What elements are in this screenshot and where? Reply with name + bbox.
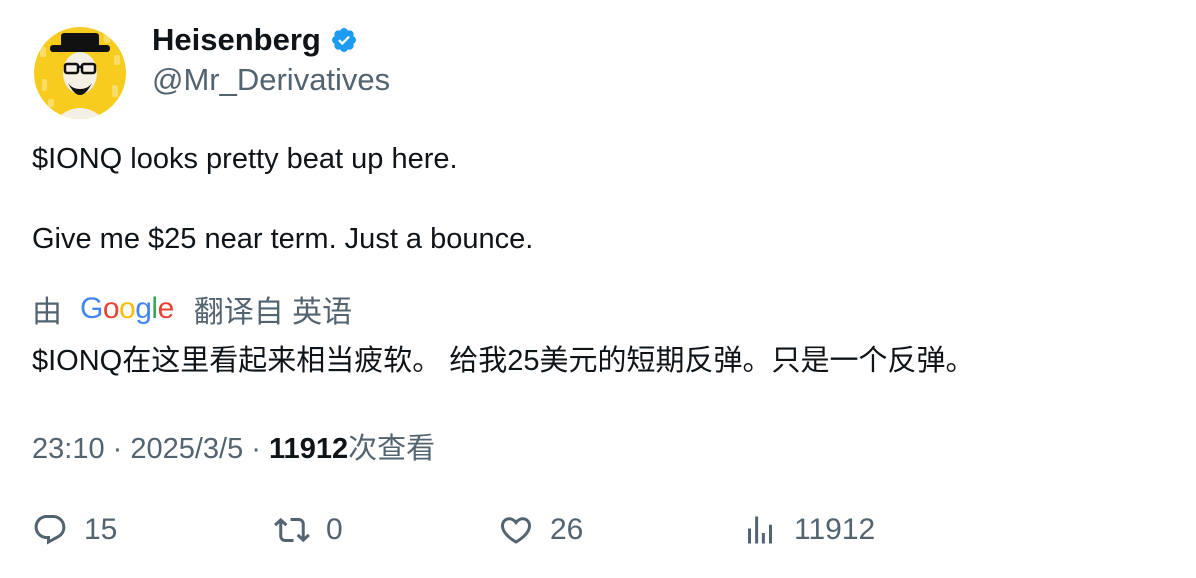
google-logo: Google: [80, 292, 174, 325]
tweet-metadata: 23:10 · 2025/3/5 · 11912次查看: [32, 425, 435, 467]
tweet-time[interactable]: 23:10: [32, 433, 105, 465]
translation-suffix: 翻译自 英语: [193, 296, 353, 329]
translated-text: $IONQ在这里看起来相当疲软。 给我25美元的短期反弹。只是一个反弹。: [32, 345, 975, 377]
heisenberg-avatar-icon: [34, 27, 126, 119]
author-name[interactable]: Heisenberg: [152, 22, 358, 58]
author-name-text: Heisenberg: [152, 22, 321, 57]
heart-icon: [500, 517, 532, 544]
translation-prefix: 由: [32, 296, 62, 329]
views-count: 11912: [269, 433, 349, 465]
retweet-count: 0: [326, 513, 343, 546]
translation-attribution[interactable]: 由 Google 翻译自 英语: [32, 287, 352, 331]
views-label: 次查看: [348, 433, 436, 465]
views-button[interactable]: 11912: [742, 512, 875, 548]
tweet-date[interactable]: 2025/3/5: [130, 433, 243, 465]
meta-separator: ·: [243, 433, 270, 465]
tweet-text-line-2: Give me $25 near term. Just a bounce.: [32, 223, 534, 255]
views-action-count: 11912: [794, 513, 876, 546]
tweet-text-line-1: $IONQ looks pretty beat up here.: [32, 143, 458, 175]
meta-separator: ·: [104, 433, 131, 465]
like-count: 26: [550, 513, 584, 546]
retweet-icon: [274, 517, 310, 543]
analytics-icon: [748, 516, 772, 544]
verified-badge-icon: [331, 28, 356, 52]
avatar[interactable]: [34, 27, 126, 119]
author-handle[interactable]: @Mr_Derivatives: [152, 62, 390, 98]
reply-icon: [34, 515, 66, 545]
like-button[interactable]: 26: [498, 512, 583, 548]
reply-count: 15: [84, 513, 118, 546]
retweet-button[interactable]: 0: [274, 512, 343, 548]
reply-button[interactable]: 15: [32, 512, 117, 548]
